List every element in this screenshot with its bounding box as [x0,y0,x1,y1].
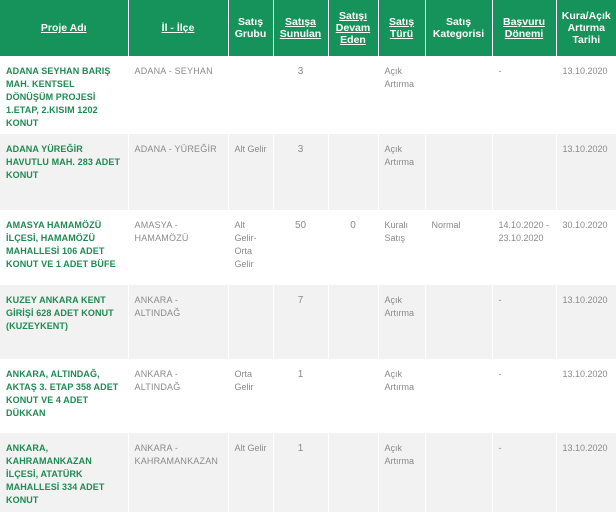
table-header-row: Proje Adı İl - İlçe Satış Grubu Satışa S… [0,0,616,56]
application-period: 14.10.2020 - 23.10.2020 [492,210,557,285]
sales-category [425,359,493,433]
application-period: - [492,285,557,359]
sales-category [425,433,493,512]
auction-date: 13.10.2020 [556,134,616,210]
auction-date: 13.10.2020 [556,433,616,512]
ongoing-count [328,359,379,433]
header-satisa-sunulan[interactable]: Satışa Sunulan [273,0,329,56]
project-location: ANKARA - ALTINDAĞ [128,285,229,359]
project-name[interactable]: KUZEY ANKARA KENT GİRİŞİ 628 ADET KONUT … [0,285,129,359]
project-location: ADANA - YÜREĞİR [128,134,229,210]
header-satisi-devam-eden[interactable]: Satışı Devam Eden [328,0,379,56]
projects-table: Proje Adı İl - İlçe Satış Grubu Satışa S… [0,0,616,512]
project-location: ANKARA - ALTINDAĞ [128,359,229,433]
sales-type: Açık Artırma [378,56,426,134]
application-period [492,134,557,210]
sales-type: Kuralı Satış [378,210,426,285]
ongoing-count [328,134,379,210]
auction-date: 13.10.2020 [556,285,616,359]
sales-group [228,56,274,134]
project-location: ANKARA - KAHRAMANKAZAN [128,433,229,512]
offered-count: 3 [273,134,329,210]
auction-date: 30.10.2020 [556,210,616,285]
header-basvuru-donemi[interactable]: Başvuru Dönemi [492,0,557,56]
project-name[interactable]: AMASYA HAMAMÖZÜ İLÇESİ, HAMAMÖZÜ MAHALLE… [0,210,129,285]
header-satis-kategorisi: Satış Kategorisi [425,0,493,56]
sales-category [425,285,493,359]
offered-count: 1 [273,433,329,512]
offered-count: 7 [273,285,329,359]
offered-count: 1 [273,359,329,433]
sales-group [228,285,274,359]
ongoing-count [328,433,379,512]
project-name[interactable]: ADANA YÜREĞİR HAVUTLU MAH. 283 ADET KONU… [0,134,129,210]
table-row: ADANA SEYHAN BARIŞ MAH. KENTSEL DÖNÜŞÜM … [0,56,616,134]
project-name[interactable]: ANKARA, ALTINDAĞ, AKTAŞ 3. ETAP 358 ADET… [0,359,129,433]
project-name[interactable]: ADANA SEYHAN BARIŞ MAH. KENTSEL DÖNÜŞÜM … [0,56,129,134]
sales-category [425,56,493,134]
application-period: - [492,56,557,134]
auction-date: 13.10.2020 [556,359,616,433]
project-name[interactable]: ANKARA, KAHRAMANKAZAN İLÇESİ, ATATÜRK MA… [0,433,129,512]
table-row: AMASYA HAMAMÖZÜ İLÇESİ, HAMAMÖZÜ MAHALLE… [0,210,616,285]
sales-type: Açık Artırma [378,134,426,210]
application-period: - [492,359,557,433]
sales-type: Açık Artırma [378,359,426,433]
sales-type: Açık Artırma [378,285,426,359]
offered-count: 3 [273,56,329,134]
ongoing-count [328,56,379,134]
table-row: ADANA YÜREĞİR HAVUTLU MAH. 283 ADET KONU… [0,134,616,210]
header-satis-turu[interactable]: Satış Türü [378,0,426,56]
application-period: - [492,433,557,512]
header-il-ilce[interactable]: İl - İlçe [128,0,229,56]
ongoing-count: 0 [328,210,379,285]
sales-group: Alt Gelir [228,433,274,512]
ongoing-count [328,285,379,359]
table-row: ANKARA, KAHRAMANKAZAN İLÇESİ, ATATÜRK MA… [0,433,616,512]
sales-group: Orta Gelir [228,359,274,433]
project-location: AMASYA - HAMAMÖZÜ [128,210,229,285]
sales-group: Alt Gelir [228,134,274,210]
offered-count: 50 [273,210,329,285]
sales-category: Normal [425,210,493,285]
auction-date: 13.10.2020 [556,56,616,134]
sales-category [425,134,493,210]
project-location: ADANA - SEYHAN [128,56,229,134]
table-row: KUZEY ANKARA KENT GİRİŞİ 628 ADET KONUT … [0,285,616,359]
sales-type: Açık Artırma [378,433,426,512]
header-satis-grubu: Satış Grubu [228,0,274,56]
sales-group: Alt Gelir-Orta Gelir [228,210,274,285]
header-proje-adi[interactable]: Proje Adı [0,0,129,56]
table-row: ANKARA, ALTINDAĞ, AKTAŞ 3. ETAP 358 ADET… [0,359,616,433]
header-kura-tarihi: Kura/Açık Artırma Tarihi [556,0,616,56]
